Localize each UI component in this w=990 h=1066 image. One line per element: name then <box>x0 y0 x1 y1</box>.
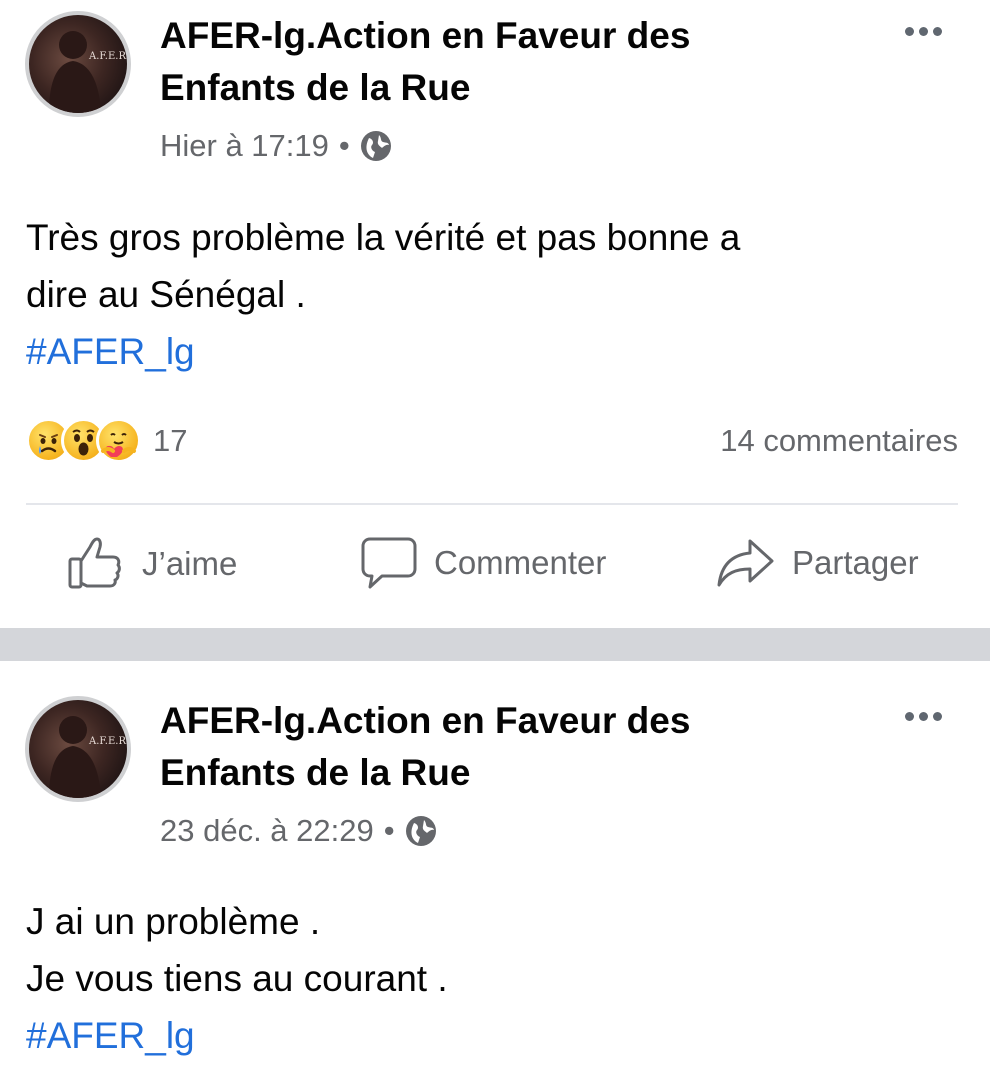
more-options-icon[interactable] <box>905 712 942 721</box>
avatar-image: A.F.E.R <box>49 716 126 798</box>
post-text-line: Je vous tiens au courant . <box>26 958 448 999</box>
hashtag-link[interactable]: #AFER_lg <box>26 1007 950 1064</box>
page-avatar[interactable]: A.F.E.R <box>25 696 131 802</box>
post-author[interactable]: AFER-lg.Action en Faveur des Enfants de … <box>160 695 800 799</box>
globe-icon <box>405 816 436 846</box>
post-text-line: J ai un problème . <box>26 901 321 942</box>
post-meta: 23 déc. à 22:29 • <box>160 811 437 851</box>
post-timestamp[interactable]: 23 déc. à 22:29 <box>160 811 374 851</box>
post-text: J ai un problème . Je vous tiens au cour… <box>26 893 950 1064</box>
meta-separator: • <box>383 813 395 848</box>
svg-text:A.F.E.R: A.F.E.R <box>88 736 126 747</box>
